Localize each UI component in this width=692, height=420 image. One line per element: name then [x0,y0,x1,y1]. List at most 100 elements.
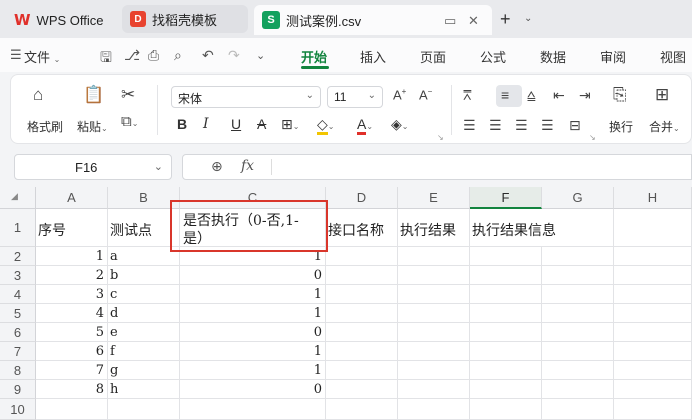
cell-c10[interactable] [180,399,326,420]
menu-review[interactable]: 审阅 [600,47,626,66]
align-top-icon[interactable]: ⩞ [463,87,472,104]
cell-c5[interactable]: 1 [180,304,326,323]
cell-d5[interactable] [326,304,398,323]
cell-f5[interactable] [470,304,542,323]
function-icon[interactable]: fx [241,158,254,174]
cell-c9[interactable]: 0 [180,380,326,399]
cell-h5[interactable] [614,304,692,323]
copy-icon[interactable]: ⧉⌄ [121,113,138,130]
cut-icon[interactable]: ✂ [121,85,135,105]
cell-g8[interactable] [542,361,614,380]
row-header-4[interactable]: 4 [0,285,36,304]
cell-g4[interactable] [542,285,614,304]
hamburger-icon[interactable]: ☰ [10,47,22,63]
cell-d10[interactable] [326,399,398,420]
cell-d9[interactable] [326,380,398,399]
print-preview-icon[interactable]: ⌕ [174,47,182,64]
bold-icon[interactable]: B [177,116,187,132]
row-header-8[interactable]: 8 [0,361,36,380]
menu-insert[interactable]: 插入 [360,47,386,66]
increase-font-icon[interactable]: A+ [393,87,406,102]
wrap-text-label[interactable]: 换行 [609,118,633,135]
cell-e1[interactable]: 执行结果 [398,209,470,247]
cell-h10[interactable] [614,399,692,420]
cell-d8[interactable] [326,361,398,380]
cell-g5[interactable] [542,304,614,323]
cell-e2[interactable] [398,247,470,266]
font-settings-launcher-icon[interactable]: ↘ [437,133,444,142]
format-painter-label[interactable]: 格式刷 [27,118,63,135]
tab-csv-file[interactable]: S 测试案例.csv ▭ ✕ [254,5,492,35]
decrease-font-icon[interactable]: A− [419,87,432,102]
cell-b9[interactable]: h [108,380,180,399]
cell-g6[interactable] [542,323,614,342]
cell-h1[interactable] [614,209,692,247]
cell-f1[interactable]: 执行结果信息 [470,209,556,247]
chevron-down-icon[interactable]: ⌄ [524,13,532,24]
cell-c6[interactable]: 0 [180,323,326,342]
cell-a5[interactable]: 4 [36,304,108,323]
select-all-corner[interactable]: ◢ [0,187,36,209]
cell-g9[interactable] [542,380,614,399]
menu-data[interactable]: 数据 [540,47,566,66]
cell-h4[interactable] [614,285,692,304]
row-header-7[interactable]: 7 [0,342,36,361]
cell-h7[interactable] [614,342,692,361]
cell-f9[interactable] [470,380,542,399]
cell-c8[interactable]: 1 [180,361,326,380]
cell-f7[interactable] [470,342,542,361]
name-box[interactable]: F16 ⌄ [14,154,172,180]
cell-e4[interactable] [398,285,470,304]
cell-b4[interactable]: c [108,285,180,304]
clear-format-icon[interactable]: ◈⌄ [391,116,408,133]
redo-icon[interactable]: ↷ [228,47,240,64]
cell-f4[interactable] [470,285,542,304]
menu-view[interactable]: 视图 [660,47,686,66]
alignment-launcher-icon[interactable]: ↘ [589,133,596,142]
cell-g2[interactable] [542,247,614,266]
align-right-icon[interactable]: ☰ [515,117,528,134]
cell-d3[interactable] [326,266,398,285]
wrap-text-icon[interactable]: ⎘ [613,85,627,105]
justify-icon[interactable]: ☰ [541,117,554,134]
cell-f8[interactable] [470,361,542,380]
cell-g1[interactable] [542,209,614,247]
column-header-f[interactable]: F [470,187,542,209]
cell-e9[interactable] [398,380,470,399]
cell-h6[interactable] [614,323,692,342]
format-painter-icon[interactable]: ⌂ [33,85,43,105]
cell-e10[interactable] [398,399,470,420]
paste-icon[interactable]: 📋 [83,85,104,105]
cell-b6[interactable]: e [108,323,180,342]
column-header-a[interactable]: A [36,187,108,209]
cell-e5[interactable] [398,304,470,323]
column-header-d[interactable]: D [326,187,398,209]
cell-c3[interactable]: 0 [180,266,326,285]
italic-icon[interactable]: I [203,116,209,132]
paste-label[interactable]: 粘贴⌄ [77,118,108,135]
undo-icon[interactable]: ↶ [202,47,214,64]
cell-e7[interactable] [398,342,470,361]
tab-docer-templates[interactable]: D 找稻壳模板 [122,5,248,33]
merge-cells-label[interactable]: 合并⌄ [649,118,680,135]
align-bottom-icon[interactable]: ⩠ [527,87,536,104]
cell-f3[interactable] [470,266,542,285]
font-name-select[interactable]: 宋体 ⌄ [171,86,321,108]
column-header-g[interactable]: G [542,187,614,209]
new-tab-icon[interactable]: + [500,9,511,30]
row-header-1[interactable]: 1 [0,209,36,247]
cell-a4[interactable]: 3 [36,285,108,304]
cell-d7[interactable] [326,342,398,361]
cell-b3[interactable]: b [108,266,180,285]
menu-home[interactable]: 开始 [301,47,327,66]
cell-d4[interactable] [326,285,398,304]
window-icon[interactable]: ▭ [444,13,456,29]
cell-e8[interactable] [398,361,470,380]
cell-f2[interactable] [470,247,542,266]
align-left-icon[interactable]: ☰ [463,117,476,134]
cell-f6[interactable] [470,323,542,342]
cell-a2[interactable]: 1 [36,247,108,266]
row-header-5[interactable]: 5 [0,304,36,323]
cell-h9[interactable] [614,380,692,399]
menu-file[interactable]: 文件 ⌄ [24,47,60,66]
